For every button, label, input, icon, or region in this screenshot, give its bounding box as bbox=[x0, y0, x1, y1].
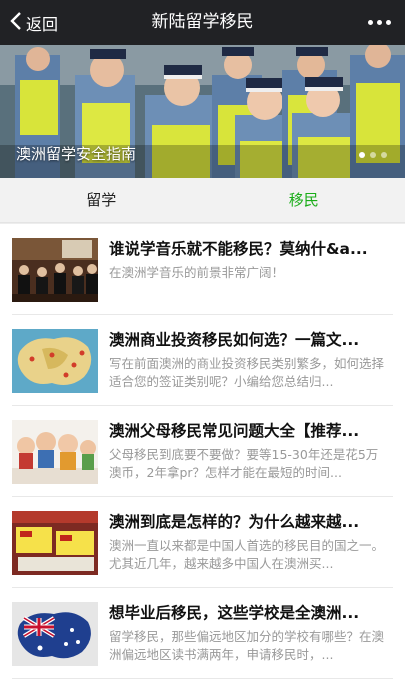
list-item[interactable]: 澳洲父母移民常见问题大全【推荐... 父母移民到底要不要做？要等15-30年还是… bbox=[12, 406, 393, 497]
article-summary: 留学移民，那些偏远地区加分的学校有哪些？在澳洲偏远地区读书满两年，申请移民时，.… bbox=[109, 629, 385, 662]
orchestra-photo bbox=[12, 238, 98, 302]
top-bar: 返回 新陆留学移民 bbox=[0, 0, 405, 45]
back-label: 返回 bbox=[26, 14, 59, 34]
back-button[interactable]: 返回 bbox=[10, 0, 58, 45]
list-item[interactable]: 澳洲到底是怎样的？为什么越来越... 澳洲一直以来都是中国人首选的移民目的国之一… bbox=[12, 497, 393, 588]
australia-map-photo bbox=[12, 329, 98, 393]
carousel-dot bbox=[359, 152, 365, 158]
tab-immigration[interactable]: 移民 bbox=[203, 178, 405, 222]
article-title: 想毕业后移民，这些学校是全澳洲... bbox=[109, 604, 360, 622]
article-title: 澳洲父母移民常见问题大全【推荐... bbox=[109, 422, 360, 440]
article-title: 澳洲商业投资移民如何选？一篇文... bbox=[109, 331, 360, 349]
article-summary: 写在前面澳洲的商业投资移民类别繁多，如何选择适合您的签证类别呢？小编给您总结归.… bbox=[109, 356, 385, 389]
more-options-icon[interactable] bbox=[368, 0, 391, 45]
category-tabs: 留学 移民 bbox=[0, 178, 405, 223]
article-title: 谁说学音乐就不能移民？莫纳什&a... bbox=[109, 240, 368, 258]
list-item[interactable]: 谁说学音乐就不能移民？莫纳什&a... 在澳洲学音乐的前景非常广阔！ bbox=[12, 224, 393, 315]
banner-caption: 澳洲留学安全指南 bbox=[16, 145, 137, 163]
tab-study-abroad[interactable]: 留学 bbox=[0, 178, 203, 222]
list-item[interactable]: 想毕业后移民，这些学校是全澳洲... 留学移民，那些偏远地区加分的学校有哪些？在… bbox=[12, 588, 393, 679]
carousel-dot bbox=[381, 152, 387, 158]
page-title: 新陆留学移民 bbox=[151, 12, 254, 32]
article-list: 谁说学音乐就不能移民？莫纳什&a... 在澳洲学音乐的前景非常广阔！ 澳洲商业投… bbox=[0, 224, 405, 681]
carousel-dot bbox=[370, 152, 376, 158]
supermarket-sale-photo bbox=[12, 511, 98, 575]
article-summary: 父母移民到底要不要做？要等15-30年还是花5万澳币，2年拿pr？怎样才能在最短… bbox=[109, 447, 379, 480]
australia-flag-map-photo bbox=[12, 602, 98, 666]
banner-carousel[interactable]: 澳洲留学安全指南 bbox=[0, 45, 405, 178]
list-item[interactable]: 澳洲商业投资移民如何选？一篇文... 写在前面澳洲的商业投资移民类别繁多，如何选… bbox=[12, 315, 393, 406]
article-summary: 在澳洲学音乐的前景非常广阔！ bbox=[109, 265, 285, 280]
chevron-left-icon bbox=[10, 11, 22, 34]
carousel-indicator bbox=[359, 152, 387, 158]
article-title: 澳洲到底是怎样的？为什么越来越... bbox=[109, 513, 360, 531]
article-summary: 澳洲一直以来都是中国人首选的移民目的国之一。尤其近几年，越来越多中国人在澳洲买.… bbox=[109, 538, 385, 571]
figurines-photo bbox=[12, 420, 98, 484]
